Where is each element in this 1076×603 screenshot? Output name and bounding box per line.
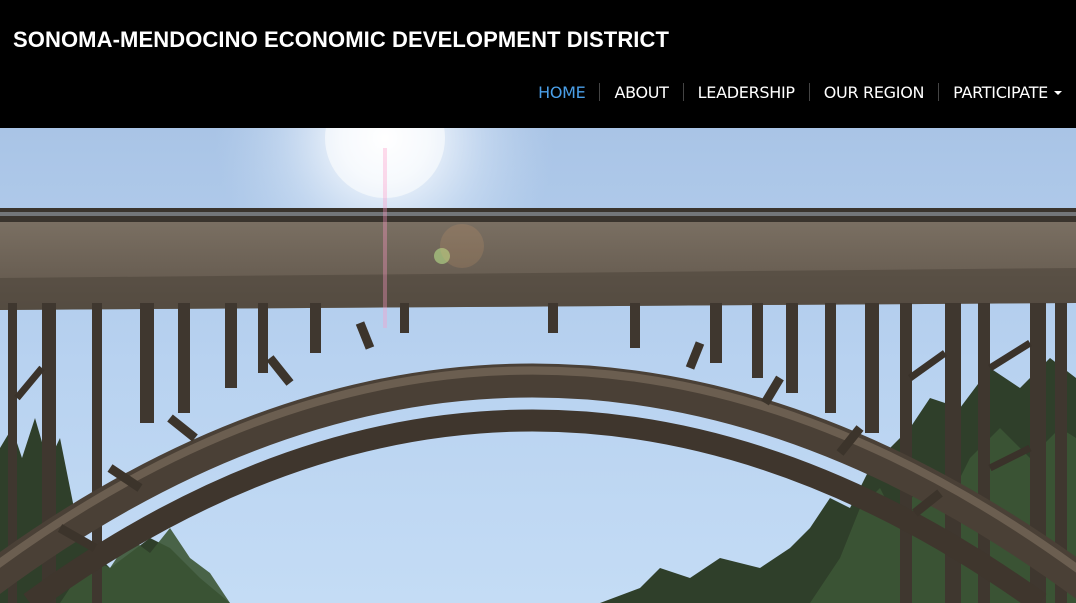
caret-down-icon [1054, 91, 1062, 95]
hero-image [0, 128, 1076, 603]
main-nav: HOME ABOUT LEADERSHIP OUR REGION PARTICI… [538, 80, 1062, 104]
nav-item-home[interactable]: HOME [538, 82, 586, 102]
nav-divider [682, 83, 684, 101]
nav-item-label: OUR REGION [823, 82, 925, 102]
site-header: SONOMA-MENDOCINO ECONOMIC DEVELOPMENT DI… [0, 0, 1076, 128]
nav-divider [808, 83, 810, 101]
site-title[interactable]: SONOMA-MENDOCINO ECONOMIC DEVELOPMENT DI… [13, 27, 669, 53]
nav-divider [938, 83, 940, 101]
nav-item-leadership[interactable]: LEADERSHIP [698, 83, 795, 102]
nav-item-label: ABOUT [614, 82, 669, 102]
nav-item-label: LEADERSHIP [697, 82, 795, 102]
nav-item-label: PARTICIPATE [953, 82, 1048, 102]
nav-item-label: HOME [538, 82, 586, 102]
nav-divider [599, 83, 601, 101]
bridge-photo-icon [0, 128, 1076, 603]
nav-item-our-region[interactable]: OUR REGION [823, 82, 925, 102]
nav-item-participate[interactable]: PARTICIPATE [953, 83, 1062, 102]
nav-item-about[interactable]: ABOUT [614, 82, 669, 102]
